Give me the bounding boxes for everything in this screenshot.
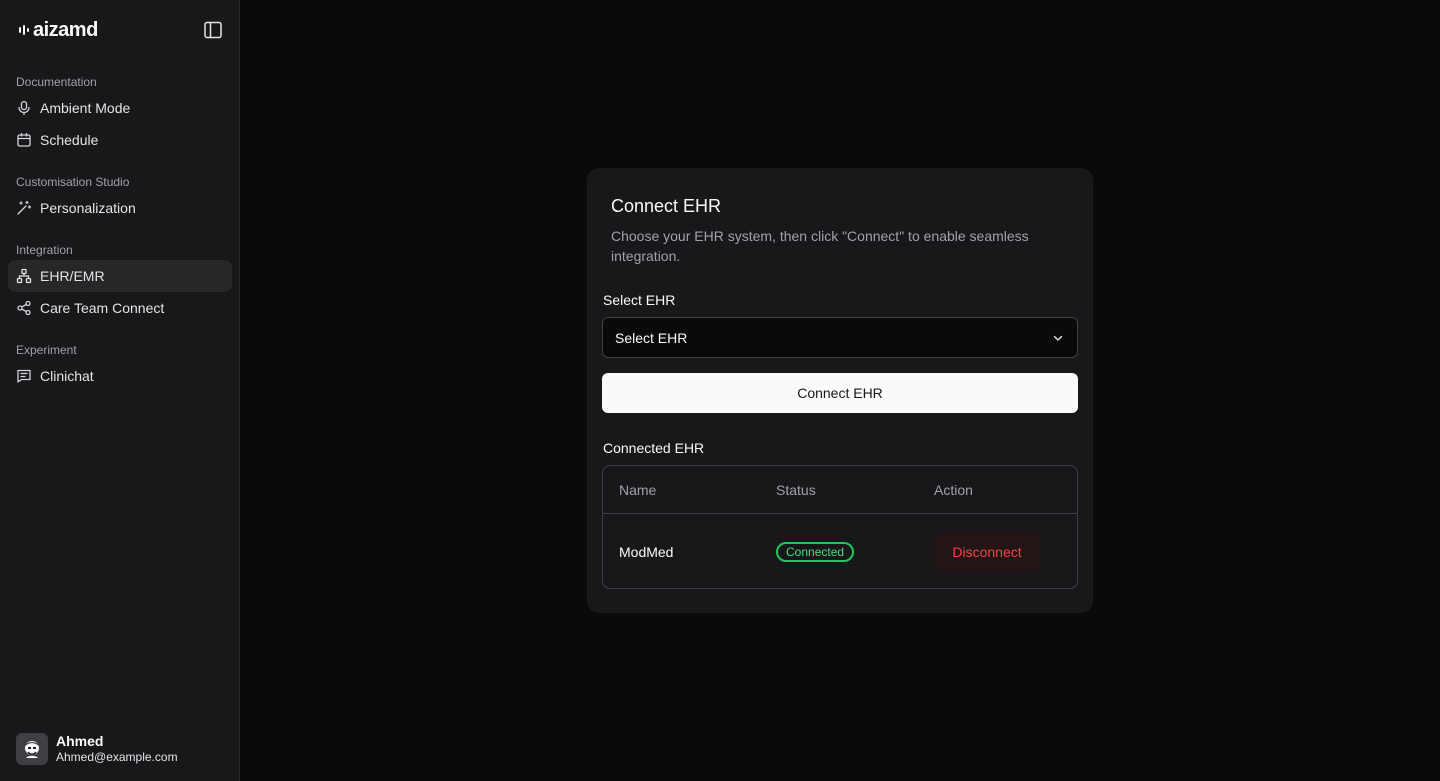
sidebar: aizamd Documentation Ambient Mode Schedu… bbox=[0, 0, 240, 781]
table-row: ModMed Connected Disconnect bbox=[603, 514, 1077, 588]
sidebar-item-ambient-mode[interactable]: Ambient Mode bbox=[8, 92, 232, 124]
ehr-select-value: Select EHR bbox=[615, 329, 688, 346]
column-header-name: Name bbox=[619, 482, 657, 498]
chat-icon bbox=[16, 368, 32, 384]
user-email: Ahmed@example.com bbox=[56, 750, 178, 764]
sidebar-item-label: Personalization bbox=[40, 200, 136, 216]
card-description: Choose your EHR system, then click "Conn… bbox=[611, 228, 1029, 264]
card-title: Connect EHR bbox=[611, 196, 722, 216]
sidebar-item-label: Clinichat bbox=[40, 368, 94, 384]
connect-ehr-button[interactable]: Connect EHR bbox=[602, 373, 1078, 413]
sidebar-item-label: EHR/EMR bbox=[40, 268, 105, 284]
sidebar-item-care-team-connect[interactable]: Care Team Connect bbox=[8, 292, 232, 324]
waveform-icon bbox=[19, 25, 29, 35]
sidebar-item-label: Schedule bbox=[40, 132, 99, 148]
group-label-experiment: Experiment bbox=[16, 343, 77, 357]
select-ehr-label: Select EHR bbox=[603, 292, 676, 308]
ehr-select[interactable]: Select EHR bbox=[602, 317, 1078, 358]
group-label-documentation: Documentation bbox=[16, 75, 97, 89]
connect-ehr-card: Connect EHR Choose your EHR system, then… bbox=[587, 168, 1093, 613]
ehr-name: ModMed bbox=[619, 544, 674, 560]
group-label-customisation: Customisation Studio bbox=[16, 175, 130, 189]
sidebar-item-label: Ambient Mode bbox=[40, 100, 131, 116]
share-icon bbox=[16, 300, 32, 316]
user-profile[interactable]: Ahmed Ahmed@example.com bbox=[16, 733, 178, 765]
column-header-action: Action bbox=[934, 482, 973, 498]
connected-ehr-label: Connected EHR bbox=[603, 440, 705, 456]
calendar-icon bbox=[16, 132, 32, 148]
sidebar-item-label: Care Team Connect bbox=[40, 300, 165, 316]
sidebar-item-clinichat[interactable]: Clinichat bbox=[8, 360, 232, 392]
sidebar-item-schedule[interactable]: Schedule bbox=[8, 124, 232, 156]
connected-ehr-table: Name Status Action ModMed Connected Disc… bbox=[602, 465, 1078, 589]
avatar bbox=[16, 733, 48, 765]
table-header: Name Status Action bbox=[603, 466, 1077, 514]
magic-wand-icon bbox=[16, 200, 32, 216]
user-name: Ahmed bbox=[56, 733, 104, 749]
column-header-status: Status bbox=[776, 482, 816, 498]
sidebar-item-ehr-emr[interactable]: EHR/EMR bbox=[8, 260, 232, 292]
sidebar-toggle-icon[interactable] bbox=[203, 20, 225, 40]
network-icon bbox=[16, 268, 32, 284]
sidebar-item-personalization[interactable]: Personalization bbox=[8, 192, 232, 224]
brand-name: aizamd bbox=[33, 19, 98, 41]
group-label-integration: Integration bbox=[16, 243, 73, 257]
status-badge: Connected bbox=[776, 542, 855, 562]
brand-logo[interactable]: aizamd bbox=[19, 20, 98, 40]
disconnect-button[interactable]: Disconnect bbox=[934, 532, 1040, 572]
microphone-icon bbox=[16, 100, 32, 116]
chevron-down-icon bbox=[1051, 331, 1065, 350]
